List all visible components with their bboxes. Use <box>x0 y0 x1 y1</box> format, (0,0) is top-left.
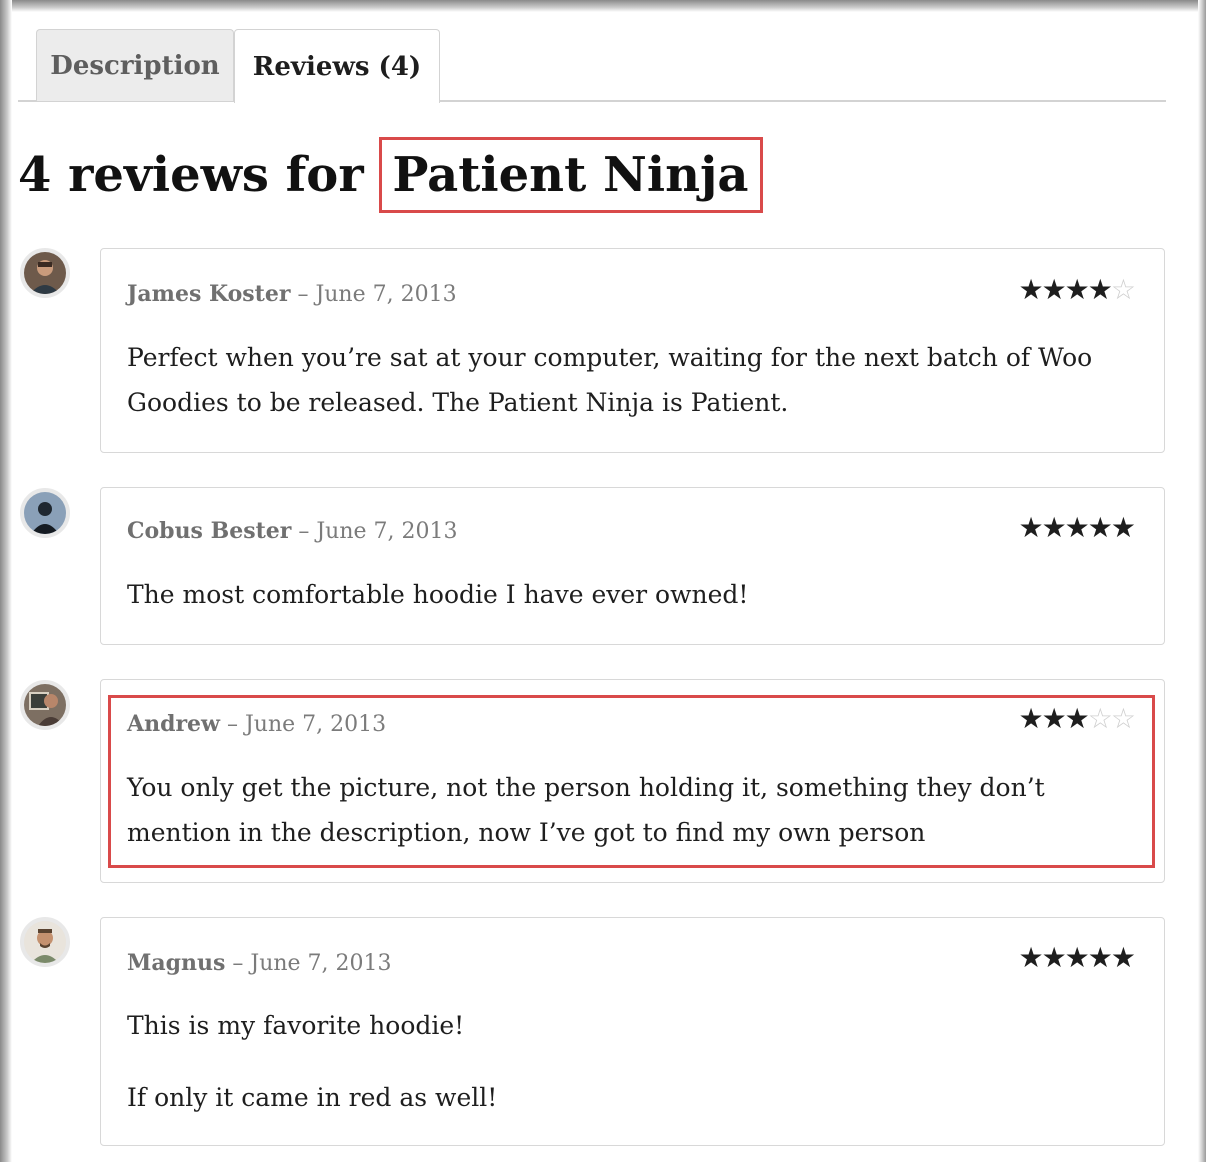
reviews-heading: 4 reviews for Patient Ninja <box>18 137 764 213</box>
review-meta: Andrew – June 7, 2013 <box>127 711 386 737</box>
star-filled-icon: ★ <box>1018 511 1043 544</box>
review-author: James Koster <box>127 281 291 307</box>
window-frame-right <box>1198 0 1206 1162</box>
star-filled-icon: ★ <box>1041 511 1067 544</box>
window-frame-top <box>0 0 1206 12</box>
star-empty-icon: ☆ <box>1110 273 1136 306</box>
review-separator: – <box>232 951 244 976</box>
avatar-icon <box>24 492 66 534</box>
reviews-heading-prefix: 4 reviews for <box>18 147 381 203</box>
avatar <box>20 488 70 538</box>
review-author: Cobus Bester <box>127 518 292 544</box>
review-separator: – <box>298 519 310 544</box>
star-rating: ★★★☆☆ <box>1018 702 1136 735</box>
tab-reviews-label: Reviews (4) <box>252 51 422 82</box>
avatar <box>20 917 70 967</box>
star-empty-icon: ☆ <box>1087 702 1113 735</box>
star-filled-icon: ★ <box>1087 273 1113 306</box>
review-separator: – <box>226 712 238 737</box>
review-separator: – <box>297 282 309 307</box>
product-name: Patient Ninja <box>379 137 764 213</box>
star-filled-icon: ★ <box>1064 511 1090 544</box>
review-date: June 7, 2013 <box>316 519 458 544</box>
window-frame-left <box>0 0 12 1162</box>
star-filled-icon: ★ <box>1018 273 1043 306</box>
star-filled-icon: ★ <box>1041 941 1067 974</box>
review-text: If only it came in red as well! <box>127 1083 498 1112</box>
star-filled-icon: ★ <box>1018 702 1043 735</box>
star-rating: ★★★★★ <box>1018 511 1136 544</box>
star-filled-icon: ★ <box>1064 702 1090 735</box>
avatar <box>20 680 70 730</box>
star-filled-icon: ★ <box>1041 273 1067 306</box>
star-filled-icon: ★ <box>1087 511 1113 544</box>
tab-description[interactable]: Description <box>36 29 234 101</box>
review-meta: Magnus – June 7, 2013 <box>127 950 392 976</box>
review-text: The most comfortable hoodie I have ever … <box>127 580 749 609</box>
review-author: Magnus <box>127 950 226 976</box>
star-rating: ★★★★★ <box>1018 941 1136 974</box>
avatar <box>20 248 70 298</box>
review-meta: James Koster – June 7, 2013 <box>127 281 457 307</box>
avatar-icon <box>24 684 66 726</box>
avatar-icon <box>24 921 66 963</box>
star-empty-icon: ☆ <box>1110 702 1136 735</box>
review-date: June 7, 2013 <box>250 951 392 976</box>
star-filled-icon: ★ <box>1064 273 1090 306</box>
star-rating: ★★★★☆ <box>1018 273 1136 306</box>
review-date: June 7, 2013 <box>244 712 387 737</box>
review-text: This is my favorite hoodie! <box>127 1011 465 1040</box>
star-filled-icon: ★ <box>1018 941 1043 974</box>
tab-description-label: Description <box>50 50 220 81</box>
review-card: Magnus – June 7, 2013 ★★★★★ This is my f… <box>100 917 1165 1146</box>
star-filled-icon: ★ <box>1110 941 1136 974</box>
star-filled-icon: ★ <box>1110 511 1136 544</box>
review-text: You only get the picture, not the person… <box>127 773 1045 847</box>
review-meta: Cobus Bester – June 7, 2013 <box>127 518 458 544</box>
review-author: Andrew <box>127 711 220 737</box>
star-filled-icon: ★ <box>1064 941 1090 974</box>
review-card: James Koster – June 7, 2013 ★★★★☆ Perfec… <box>100 248 1165 453</box>
avatar-icon <box>24 252 66 294</box>
star-filled-icon: ★ <box>1087 941 1113 974</box>
star-filled-icon: ★ <box>1041 702 1067 735</box>
review-text: Perfect when you’re sat at your computer… <box>127 343 1093 417</box>
review-card: Cobus Bester – June 7, 2013 ★★★★★ The mo… <box>100 487 1165 645</box>
tab-reviews[interactable]: Reviews (4) <box>234 29 440 103</box>
review-date: June 7, 2013 <box>315 282 457 307</box>
review-card: Andrew – June 7, 2013 ★★★☆☆ You only get… <box>100 679 1165 883</box>
